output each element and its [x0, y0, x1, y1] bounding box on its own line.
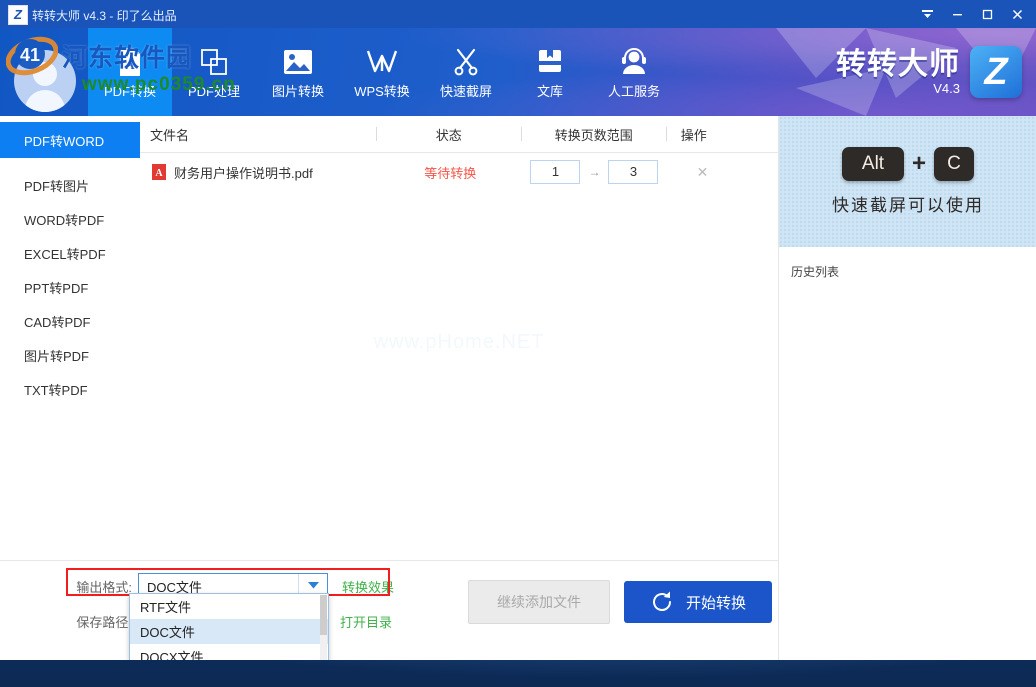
nav-item-pdf-convert[interactable]: A PDF转换: [88, 28, 172, 116]
main-nav: A PDF转换 PDF处理 图片转换 WPS转换 快速截屏 文库 人工服务: [88, 28, 676, 116]
sidebar-item-label: WORD转PDF: [24, 212, 105, 228]
sidebar-item-label: TXT转PDF: [24, 382, 88, 398]
footer-divider: [778, 560, 779, 660]
brand-version: V4.3: [933, 80, 960, 96]
two-squares-icon: [200, 47, 228, 77]
close-button[interactable]: [1002, 0, 1032, 28]
convert-effect-link[interactable]: 转换效果: [342, 577, 394, 596]
output-format-label: 输出格式:: [76, 579, 132, 595]
sidebar-item-label: PPT转PDF: [24, 280, 89, 296]
user-avatar[interactable]: [14, 50, 76, 112]
brand-name: 转转大师: [836, 47, 960, 81]
column-header-page-range: 转换页数范围: [554, 127, 633, 143]
brand-badge-icon: Z: [970, 46, 1022, 98]
plus-icon: +: [911, 150, 926, 177]
screenshot-hint-banner[interactable]: Alt + C 快速截屏可以使用: [779, 116, 1036, 247]
window-title: 转转大师 v4.3 - 印了么出品: [32, 9, 177, 23]
sidebar-item-label: EXCEL转PDF: [24, 246, 106, 262]
output-format-dropdown[interactable]: RTF文件 DOC文件 DOCX文件: [129, 593, 329, 660]
banner-text: 快速截屏可以使用: [832, 196, 984, 215]
dropdown-option-docx[interactable]: DOCX文件: [130, 644, 328, 660]
nav-label: 快速截屏: [439, 83, 492, 99]
maximize-button[interactable]: [972, 0, 1002, 28]
delete-row-button[interactable]: ✕: [681, 164, 709, 180]
nav-label: 文库: [536, 83, 563, 99]
start-convert-button[interactable]: 开始转换: [624, 581, 772, 623]
pdf-file-icon: A: [116, 47, 144, 77]
shortcut-keys: Alt + C: [841, 147, 974, 181]
table-row[interactable]: A 财务用户操作说明书.pdf 等待转换 1 → 3 ✕: [140, 153, 778, 191]
sidebar-item-ppt-to-pdf[interactable]: PPT转PDF: [0, 270, 140, 304]
row-status-cell: 等待转换: [378, 163, 522, 182]
nav-item-human-service[interactable]: 人工服务: [592, 28, 676, 116]
picture-icon: [283, 47, 313, 77]
start-convert-label: 开始转换: [685, 594, 746, 612]
file-list-body: A 财务用户操作说明书.pdf 等待转换 1 → 3 ✕ www.pHome.N…: [140, 153, 778, 593]
row-operation-cell: ✕: [667, 164, 778, 181]
refresh-icon: [652, 591, 671, 611]
sidebar-item-word-to-pdf[interactable]: WORD转PDF: [0, 202, 140, 236]
svg-text:A: A: [125, 57, 135, 72]
column-header-filename: 文件名: [150, 127, 190, 143]
filename-text: 财务用户操作说明书.pdf: [174, 165, 313, 181]
sidebar-item-label: 图片转PDF: [24, 348, 90, 364]
book-icon: [536, 47, 564, 77]
sidebar-item-label: PDF转WORD: [24, 133, 105, 149]
sidebar-item-label: CAD转PDF: [24, 314, 91, 330]
page-end-input[interactable]: 3: [608, 160, 659, 184]
row-page-range-cell: 1 → 3: [522, 160, 666, 184]
right-panel: Alt + C 快速截屏可以使用 历史列表: [778, 116, 1036, 660]
sidebar-item-image-to-pdf[interactable]: 图片转PDF: [0, 338, 140, 372]
sidebar-item-pdf-to-image[interactable]: PDF转图片: [0, 168, 140, 202]
sidebar-item-label: PDF转图片: [24, 178, 90, 194]
alt-key-icon: Alt: [841, 147, 904, 181]
page-start-input[interactable]: 1: [530, 160, 581, 184]
footer-buttons: 继续添加文件 开始转换: [468, 580, 772, 624]
column-header-operation: 操作: [680, 127, 707, 143]
nav-item-image-convert[interactable]: 图片转换: [256, 28, 340, 116]
wps-w-icon: [366, 47, 398, 77]
header-toolbar: A PDF转换 PDF处理 图片转换 WPS转换 快速截屏 文库 人工服务 转转…: [0, 28, 1036, 116]
sidebar-item-excel-to-pdf[interactable]: EXCEL转PDF: [0, 236, 140, 270]
sidebar-item-txt-to-pdf[interactable]: TXT转PDF: [0, 372, 140, 406]
pdf-file-icon: A: [152, 164, 166, 180]
headset-person-icon: [620, 47, 648, 77]
tray-icon[interactable]: [912, 0, 942, 28]
history-list-label: 历史列表: [791, 265, 840, 279]
nav-label: WPS转换: [354, 83, 410, 99]
nav-item-library[interactable]: 文库: [508, 28, 592, 116]
nav-label: PDF处理: [187, 83, 240, 99]
minimize-button[interactable]: [942, 0, 972, 28]
application-window: Z 转转大师 v4.3 - 印了么出品 A PDF转换 PDF处理 图片转换 W…: [0, 0, 1036, 660]
app-logo-icon: Z: [8, 5, 28, 25]
nav-item-quick-screenshot[interactable]: 快速截屏: [424, 28, 508, 116]
sidebar-item-cad-to-pdf[interactable]: CAD转PDF: [0, 304, 140, 338]
dropdown-option-doc[interactable]: DOC文件: [130, 619, 328, 644]
file-list-header: 文件名 状态 转换页数范围 操作: [140, 116, 778, 153]
status-badge: 等待转换: [424, 165, 477, 181]
add-file-button[interactable]: 继续添加文件: [468, 580, 610, 624]
dropdown-scrollbar-thumb[interactable]: [320, 595, 327, 635]
svg-text:A: A: [155, 168, 163, 179]
open-directory-link[interactable]: 打开目录: [340, 612, 392, 631]
sidebar-item-pdf-to-word[interactable]: PDF转WORD: [0, 122, 140, 158]
save-path-label: 保存路径:: [76, 614, 132, 630]
center-watermark: www.pHome.NET: [373, 331, 545, 353]
avatar-icon: [14, 50, 76, 112]
c-key-icon: C: [934, 147, 974, 181]
nav-label: 人工服务: [607, 83, 660, 99]
title-bar: Z 转转大师 v4.3 - 印了么出品: [0, 0, 1036, 28]
nav-item-wps-convert[interactable]: WPS转换: [340, 28, 424, 116]
nav-item-pdf-process[interactable]: PDF处理: [172, 28, 256, 116]
brand-logo: 转转大师 V4.3 Z: [836, 46, 1022, 98]
scissors-icon: [452, 47, 480, 77]
window-controls: [912, 0, 1032, 28]
column-header-status: 状态: [435, 127, 462, 143]
arrow-right-icon: →: [588, 165, 601, 179]
dropdown-option-rtf[interactable]: RTF文件: [130, 594, 328, 619]
row-filename-cell: A 财务用户操作说明书.pdf: [140, 163, 378, 182]
nav-label: PDF转换: [103, 83, 156, 99]
nav-label: 图片转换: [271, 83, 324, 99]
